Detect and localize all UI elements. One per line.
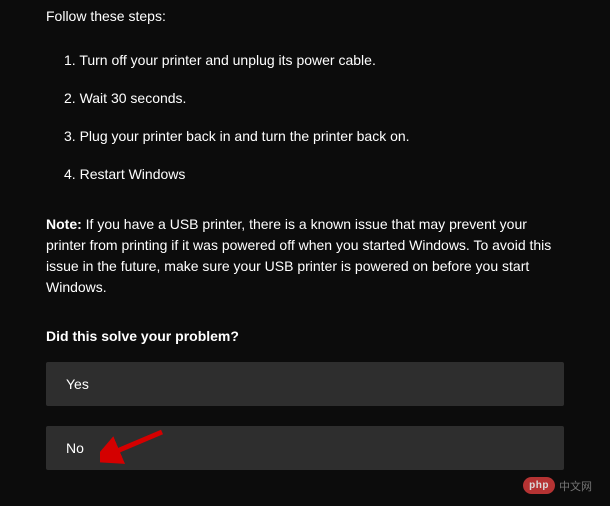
note-text: If you have a USB printer, there is a kn… [46, 216, 551, 295]
watermark-text: 中文网 [559, 478, 592, 494]
step-item: Turn off your printer and unplug its pow… [64, 52, 564, 68]
yes-button[interactable]: Yes [46, 362, 564, 406]
step-item: Plug your printer back in and turn the p… [64, 128, 564, 144]
note-label: Note: [46, 216, 82, 232]
note-paragraph: Note: If you have a USB printer, there i… [46, 214, 564, 298]
steps-list: Turn off your printer and unplug its pow… [46, 52, 564, 182]
content-area: Follow these steps: Turn off your printe… [0, 0, 610, 506]
watermark-badge: php [523, 477, 555, 494]
troubleshooter-panel[interactable]: Follow these steps: Turn off your printe… [0, 0, 610, 506]
question-text: Did this solve your problem? [46, 328, 564, 344]
step-item: Wait 30 seconds. [64, 90, 564, 106]
intro-text: Follow these steps: [46, 0, 564, 24]
watermark: php 中文网 [523, 477, 592, 494]
no-button[interactable]: No [46, 426, 564, 470]
step-item: Restart Windows [64, 166, 564, 182]
